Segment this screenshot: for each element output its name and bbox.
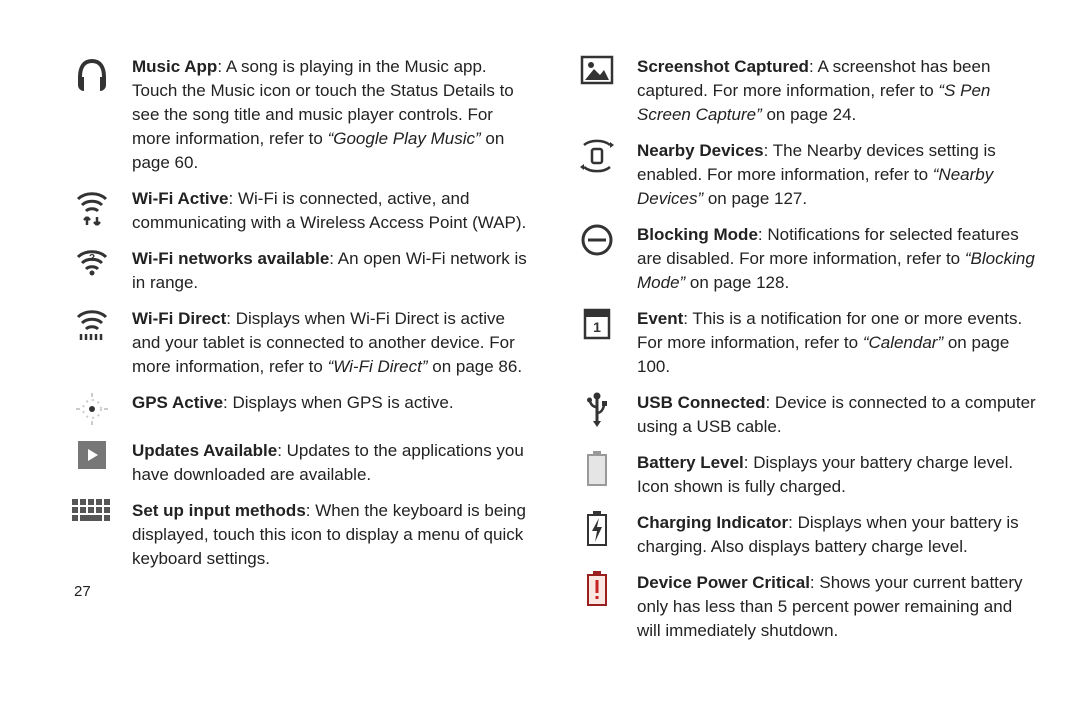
gps-icon [70, 391, 114, 427]
entry-wifi-available: ? Wi-Fi networks available: An open Wi-F… [70, 247, 535, 295]
desc-nearby: Nearby Devices: The Nearby devices setti… [637, 139, 1040, 211]
updates-icon [70, 439, 114, 471]
desc-critical: Device Power Critical: Shows your curren… [637, 571, 1040, 643]
desc-wifi-available: Wi-Fi networks available: An open Wi-Fi … [132, 247, 535, 295]
entry-input-methods: Set up input methods: When the keyboard … [70, 499, 535, 571]
entry-nearby-devices: Nearby Devices: The Nearby devices setti… [575, 139, 1040, 211]
entry-battery-level: Battery Level: Displays your battery cha… [575, 451, 1040, 499]
entry-wifi-active: Wi-Fi Active: Wi-Fi is connected, active… [70, 187, 535, 235]
event-icon: 1 [575, 307, 619, 341]
wifi-active-icon [70, 187, 114, 229]
page-number: 27 [74, 583, 535, 600]
entry-power-critical: Device Power Critical: Shows your curren… [575, 571, 1040, 643]
svg-text:?: ? [89, 253, 95, 264]
entry-gps-active: GPS Active: Displays when GPS is active. [70, 391, 535, 427]
entry-screenshot: Screenshot Captured: A screenshot has be… [575, 55, 1040, 127]
entry-music-app: Music App: A song is playing in the Musi… [70, 55, 535, 175]
entry-usb: USB Connected: Device is connected to a … [575, 391, 1040, 439]
desc-event: Event: This is a notification for one or… [637, 307, 1040, 379]
manual-page: Music App: A song is playing in the Musi… [0, 0, 1080, 655]
battery-critical-icon [575, 571, 619, 607]
screenshot-icon [575, 55, 619, 85]
entry-wifi-direct: Wi-Fi Direct: Displays when Wi-Fi Direct… [70, 307, 535, 379]
wifi-available-icon: ? [70, 247, 114, 277]
entry-charging: Charging Indicator: Displays when your b… [575, 511, 1040, 559]
desc-blocking: Blocking Mode: Notifications for selecte… [637, 223, 1040, 295]
desc-battery: Battery Level: Displays your battery cha… [637, 451, 1040, 499]
nearby-devices-icon [575, 139, 619, 173]
desc-usb: USB Connected: Device is connected to a … [637, 391, 1040, 439]
right-column: Screenshot Captured: A screenshot has be… [575, 55, 1040, 655]
keyboard-icon [70, 499, 114, 523]
desc-music-app: Music App: A song is playing in the Musi… [132, 55, 535, 175]
battery-charging-icon [575, 511, 619, 547]
wifi-direct-icon [70, 307, 114, 343]
desc-gps: GPS Active: Displays when GPS is active. [132, 391, 535, 415]
entry-event: 1 Event: This is a notification for one … [575, 307, 1040, 379]
desc-charging: Charging Indicator: Displays when your b… [637, 511, 1040, 559]
entry-blocking-mode: Blocking Mode: Notifications for selecte… [575, 223, 1040, 295]
desc-wifi-active: Wi-Fi Active: Wi-Fi is connected, active… [132, 187, 535, 235]
svg-text:1: 1 [593, 319, 601, 335]
entry-updates-available: Updates Available: Updates to the applic… [70, 439, 535, 487]
blocking-mode-icon [575, 223, 619, 257]
desc-updates: Updates Available: Updates to the applic… [132, 439, 535, 487]
left-column: Music App: A song is playing in the Musi… [70, 55, 535, 655]
desc-wifi-direct: Wi-Fi Direct: Displays when Wi-Fi Direct… [132, 307, 535, 379]
desc-input-methods: Set up input methods: When the keyboard … [132, 499, 535, 571]
headphones-icon [70, 55, 114, 95]
battery-full-icon [575, 451, 619, 487]
usb-icon [575, 391, 619, 429]
desc-screenshot: Screenshot Captured: A screenshot has be… [637, 55, 1040, 127]
